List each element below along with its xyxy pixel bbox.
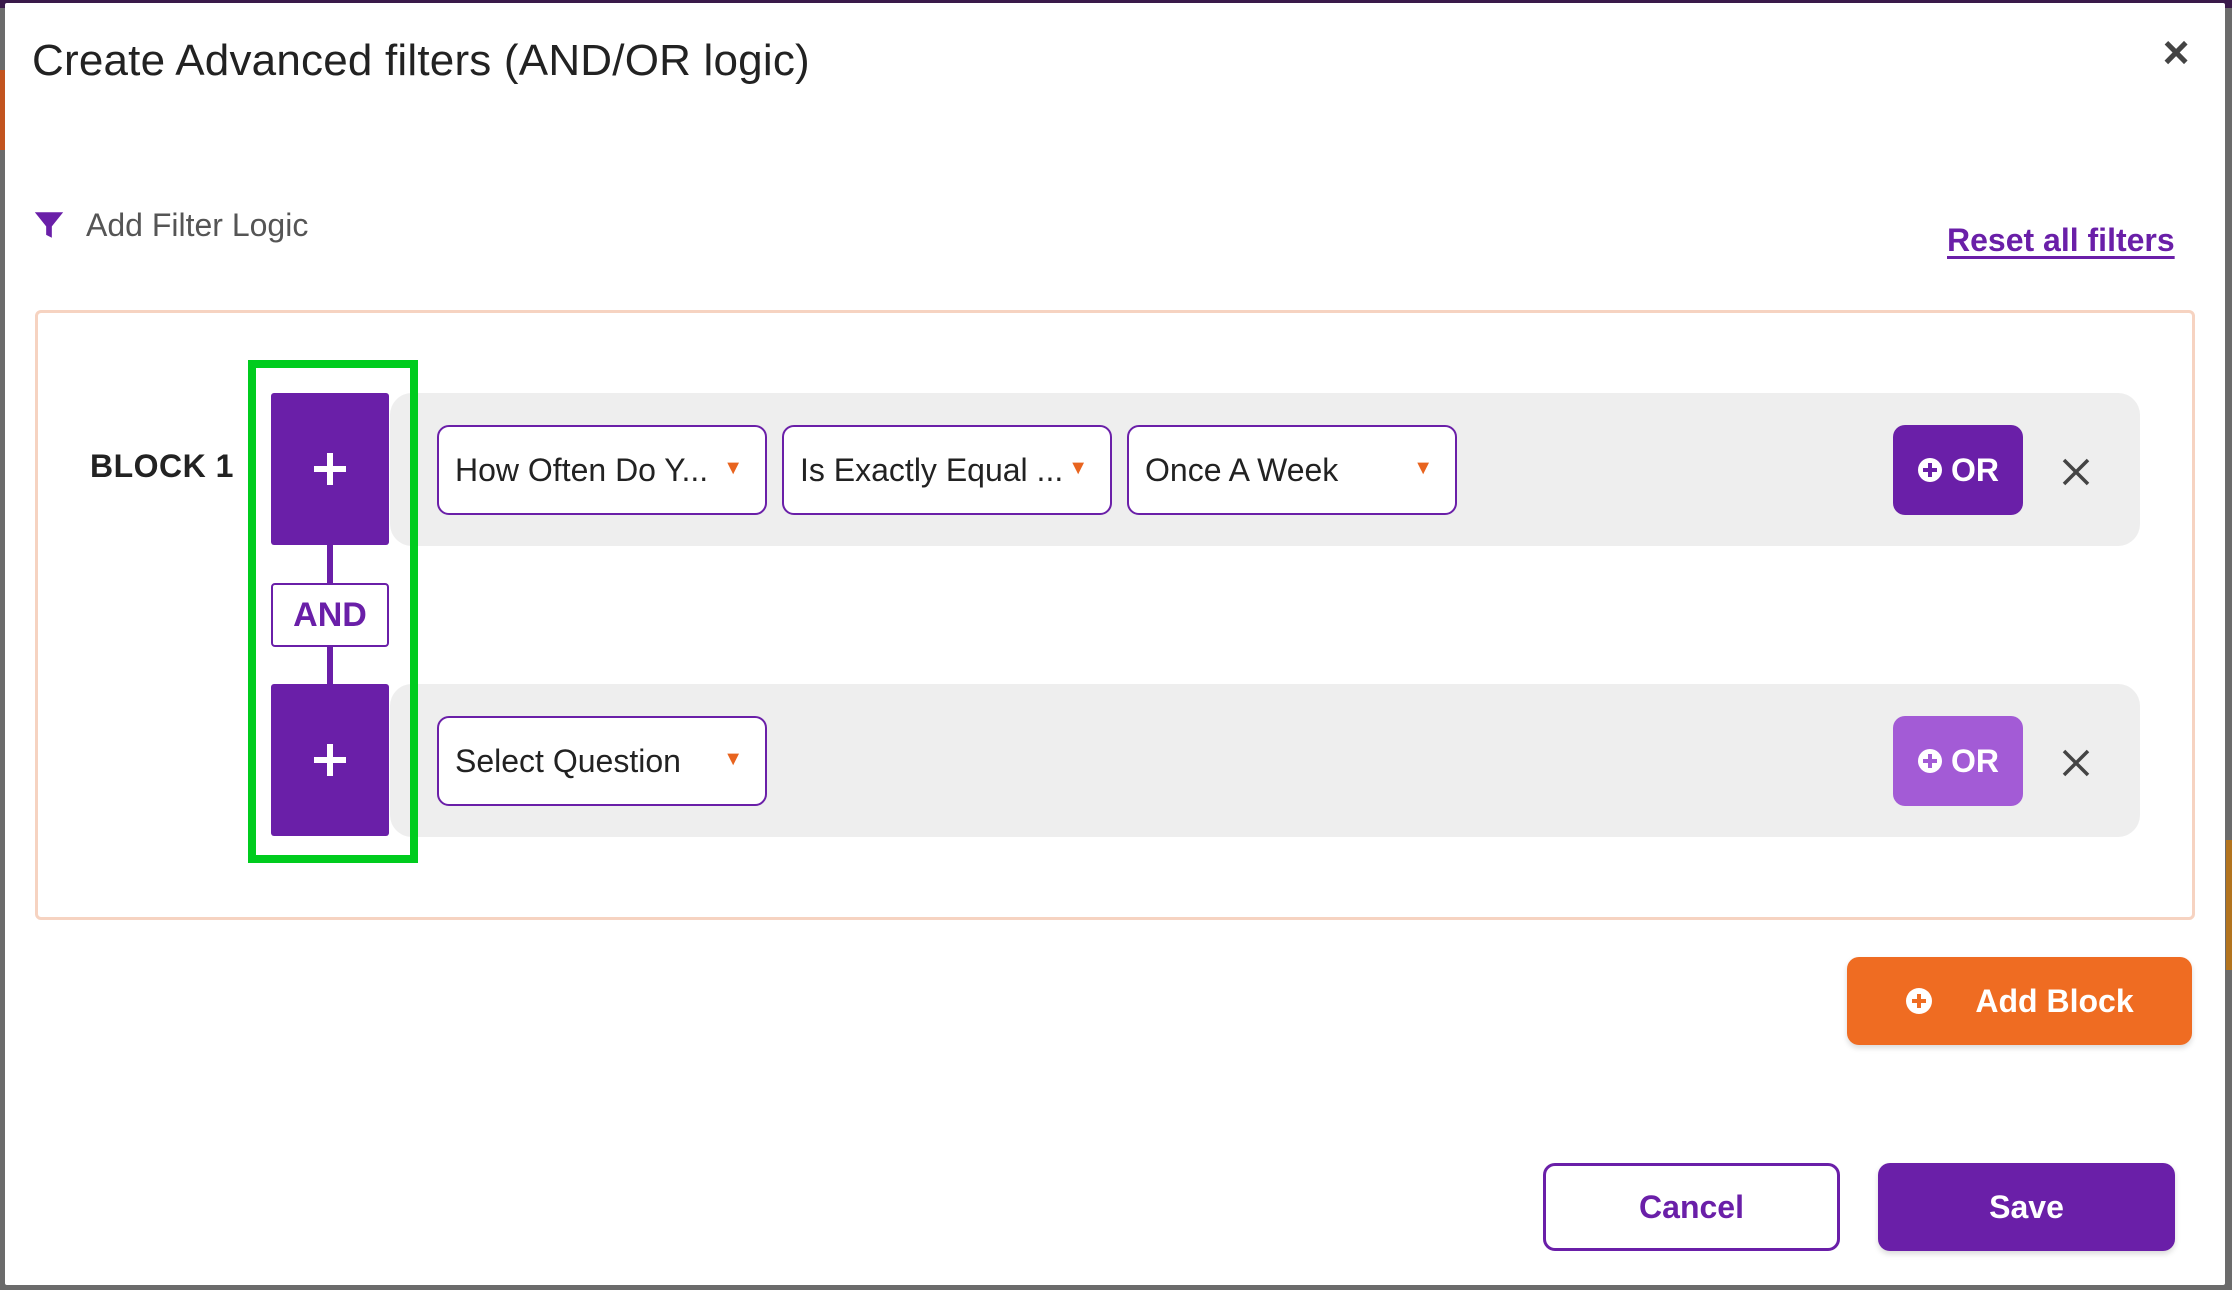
question-select[interactable]: How Often Do Y... ▼ bbox=[437, 425, 767, 515]
or-button-label: OR bbox=[1951, 742, 1999, 779]
plus-circle-icon bbox=[1918, 458, 1942, 482]
dropdown-arrow-icon: ▼ bbox=[723, 457, 743, 479]
add-filter-logic: Add Filter Logic bbox=[32, 206, 308, 244]
or-button-label: OR bbox=[1951, 451, 1999, 488]
or-button[interactable]: OR bbox=[1893, 425, 2023, 515]
block-label: BLOCK 1 bbox=[90, 448, 234, 484]
add-block-button[interactable]: Add Block bbox=[1847, 957, 2192, 1045]
cancel-button[interactable]: Cancel bbox=[1543, 1163, 1840, 1251]
question-select-placeholder: Select Question bbox=[455, 742, 681, 779]
dropdown-arrow-icon: ▼ bbox=[1068, 457, 1088, 479]
save-button[interactable]: Save bbox=[1878, 1163, 2175, 1251]
background-edge bbox=[2226, 840, 2232, 970]
highlight-box bbox=[248, 360, 418, 863]
question-select-value: How Often Do Y... bbox=[455, 451, 709, 488]
plus-circle-icon bbox=[1906, 988, 1933, 1014]
reset-all-filters-link[interactable]: Reset all filters bbox=[1947, 222, 2175, 259]
operator-select[interactable]: Is Exactly Equal ... ▼ bbox=[782, 425, 1112, 515]
or-button[interactable]: OR bbox=[1893, 716, 2023, 806]
operator-select-value: Is Exactly Equal ... bbox=[800, 451, 1064, 488]
remove-row-icon[interactable] bbox=[2056, 743, 2096, 783]
dropdown-arrow-icon: ▼ bbox=[723, 748, 743, 770]
value-select-value: Once A Week bbox=[1145, 451, 1339, 488]
modal-title: Create Advanced filters (AND/OR logic) bbox=[32, 36, 810, 85]
plus-circle-icon bbox=[1918, 749, 1942, 773]
dropdown-arrow-icon: ▼ bbox=[1413, 457, 1433, 479]
add-filter-logic-label: Add Filter Logic bbox=[86, 206, 309, 243]
close-icon[interactable]: × bbox=[2154, 29, 2198, 75]
filter-funnel-icon bbox=[34, 212, 64, 238]
add-block-label: Add Block bbox=[1975, 982, 2134, 1019]
question-select[interactable]: Select Question ▼ bbox=[437, 716, 767, 806]
value-select[interactable]: Once A Week ▼ bbox=[1127, 425, 1457, 515]
remove-row-icon[interactable] bbox=[2056, 452, 2096, 492]
